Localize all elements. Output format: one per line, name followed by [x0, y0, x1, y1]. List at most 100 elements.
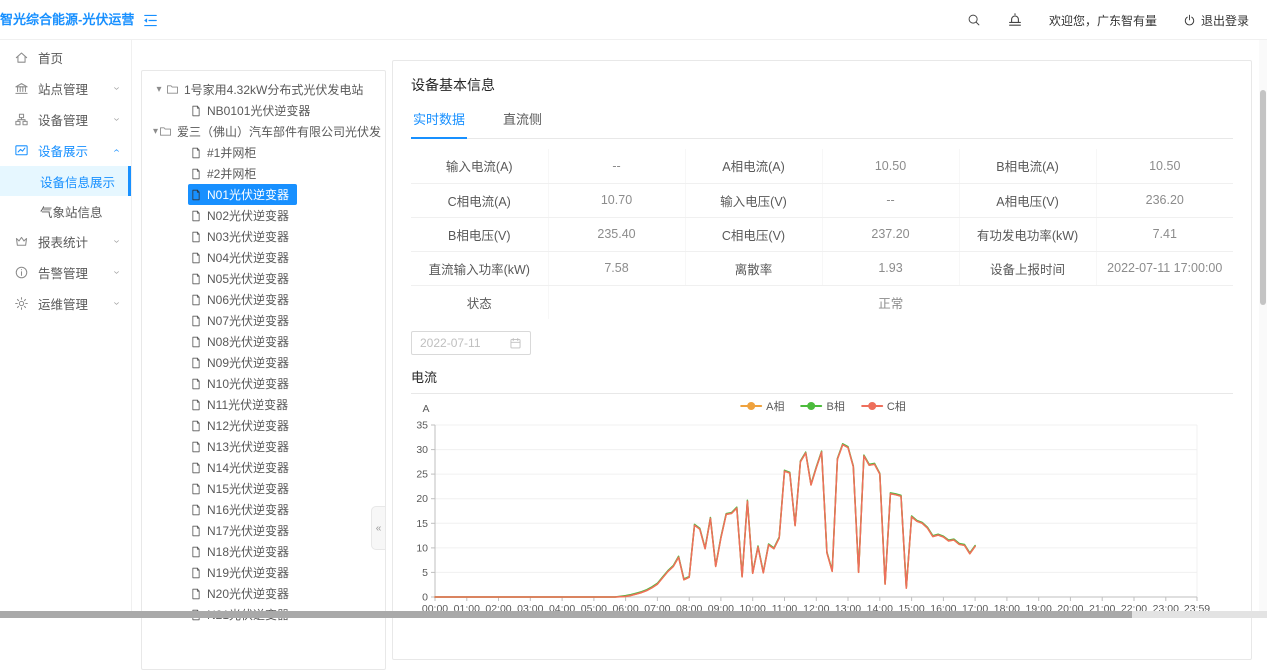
file-icon	[190, 210, 202, 222]
welcome-text: 欢迎您，广东智有量	[1049, 12, 1157, 29]
field-label: 直流输入功率(kW)	[411, 251, 548, 285]
search-icon[interactable]	[967, 13, 981, 27]
tree-node[interactable]: ▾ 爱三（佛山）汽车部件有限公司光伏发	[148, 121, 381, 142]
sidebar-item-home[interactable]: 首页	[0, 42, 131, 73]
tree-node[interactable]: N08光伏逆变器	[148, 331, 381, 352]
tree-node[interactable]: N11光伏逆变器	[148, 394, 381, 415]
tree-node[interactable]: #2并网柜	[148, 163, 381, 184]
tree-node-label: N01光伏逆变器	[207, 186, 289, 203]
tree-node[interactable]: N03光伏逆变器	[148, 226, 381, 247]
file-icon	[190, 525, 202, 537]
tree-node-label: N06光伏逆变器	[207, 291, 289, 308]
svg-text:5: 5	[422, 567, 428, 579]
date-picker[interactable]: 2022-07-11	[411, 331, 531, 355]
tree-node-label: #1并网柜	[207, 144, 256, 161]
sidebar-item-device-display[interactable]: 设备展示	[0, 135, 131, 166]
sidebar-subitem-weather-info[interactable]: 气象站信息	[0, 196, 131, 226]
tree-node[interactable]: N12光伏逆变器	[148, 415, 381, 436]
file-icon	[190, 504, 202, 516]
field-value: 10.50	[822, 149, 959, 183]
field-value: --	[548, 149, 685, 183]
sidebar-item-alarm-mgmt[interactable]: 告警管理	[0, 257, 131, 288]
alert-circle-icon	[14, 265, 29, 280]
tree-node[interactable]: N16光伏逆变器	[148, 499, 381, 520]
date-picker-value: 2022-07-11	[420, 336, 509, 350]
tree-node[interactable]: N13光伏逆变器	[148, 436, 381, 457]
tree-node[interactable]: N14光伏逆变器	[148, 457, 381, 478]
tree-node[interactable]: N15光伏逆变器	[148, 478, 381, 499]
caret-down-icon[interactable]: ▾	[152, 84, 166, 95]
gear-icon	[14, 296, 29, 311]
tree-node-label: N04光伏逆变器	[207, 249, 289, 266]
field-value: 7.41	[1096, 217, 1233, 251]
field-label: C相电压(V)	[685, 217, 822, 251]
tree-node[interactable]: N02光伏逆变器	[148, 205, 381, 226]
tree-node[interactable]: N05光伏逆变器	[148, 268, 381, 289]
tree-node[interactable]: N20光伏逆变器	[148, 583, 381, 604]
tab-realtime-data[interactable]: 实时数据	[411, 103, 467, 139]
tree-node[interactable]: N19光伏逆变器	[148, 562, 381, 583]
tree-node[interactable]: N10光伏逆变器	[148, 373, 381, 394]
legend-item[interactable]: A相	[740, 398, 784, 414]
tree-node-label: N16光伏逆变器	[207, 501, 289, 518]
table-row: 输入电流(A)--A相电流(A)10.50B相电流(A)10.50	[411, 149, 1233, 183]
field-value: 236.20	[1096, 183, 1233, 217]
svg-text:0: 0	[422, 592, 428, 604]
alarm-icon[interactable]	[1007, 12, 1023, 28]
legend-item[interactable]: C相	[861, 398, 906, 414]
chart-section-title: 电流	[411, 369, 1233, 387]
sidebar-subitem-device-info[interactable]: 设备信息展示	[0, 166, 131, 196]
tree-node[interactable]: N09光伏逆变器	[148, 352, 381, 373]
folder-icon	[159, 125, 172, 138]
tree-node[interactable]: N17光伏逆变器	[148, 520, 381, 541]
sidebar-item-label: 告警管理	[38, 263, 103, 282]
field-value: 7.58	[548, 251, 685, 285]
horizontal-scrollbar-thumb[interactable]	[0, 611, 1132, 618]
caret-down-icon[interactable]: ▾	[152, 126, 159, 137]
tree-node[interactable]: N04光伏逆变器	[148, 247, 381, 268]
tree-node-label: N11光伏逆变器	[207, 396, 288, 413]
sidebar-item-report-stats[interactable]: 报表统计	[0, 226, 131, 257]
monitor-icon	[14, 143, 29, 158]
tree-node[interactable]: N18光伏逆变器	[148, 541, 381, 562]
vertical-scrollbar-thumb[interactable]	[1260, 90, 1266, 305]
chevron-down-icon	[112, 84, 121, 93]
device-info-panel: 设备基本信息 实时数据 直流侧 输入电流(A)--A相电流(A)10.50B相电…	[392, 60, 1252, 660]
menu-fold-icon[interactable]	[142, 12, 159, 29]
legend-label: C相	[887, 398, 906, 414]
tree-node[interactable]: ▾1号家用4.32kW分布式光伏发电站	[148, 79, 381, 100]
file-icon	[190, 168, 202, 180]
file-icon	[190, 546, 202, 558]
tab-dc-side[interactable]: 直流侧	[501, 103, 544, 138]
sidebar-item-ops-mgmt[interactable]: 运维管理	[0, 288, 131, 319]
tree-node[interactable]: N07光伏逆变器	[148, 310, 381, 331]
field-label: A相电压(V)	[959, 183, 1096, 217]
tree-collapse-handle[interactable]: «	[371, 506, 385, 550]
sidebar: 首页站点管理设备管理设备展示设备信息展示气象站信息报表统计告警管理运维管理	[0, 40, 132, 618]
tabs-bar: 实时数据 直流侧	[411, 103, 1233, 139]
logout-button[interactable]: 退出登录	[1183, 12, 1249, 29]
tree-node[interactable]: N06光伏逆变器	[148, 289, 381, 310]
table-row-status: 状态正常	[411, 285, 1233, 319]
tree-node-label: N02光伏逆变器	[207, 207, 289, 224]
sidebar-item-device-mgmt[interactable]: 设备管理	[0, 104, 131, 135]
tree-node[interactable]: N01光伏逆变器	[148, 184, 381, 205]
file-icon	[190, 105, 202, 117]
field-value: 235.40	[548, 217, 685, 251]
svg-text:25: 25	[416, 469, 428, 481]
file-icon	[190, 189, 202, 201]
file-icon	[190, 252, 202, 264]
section-divider	[411, 393, 1233, 394]
panel-title: 设备基本信息	[411, 75, 1233, 95]
sidebar-item-label: 运维管理	[38, 294, 103, 313]
chevron-down-icon	[112, 299, 121, 308]
device-tree: ▾1号家用4.32kW分布式光伏发电站 NB0101光伏逆变器 ▾ 爱三（佛山）汽车部…	[148, 79, 381, 625]
legend-item[interactable]: B相	[801, 398, 845, 414]
tree-node-label: 爱三（佛山）汽车部件有限公司光伏发	[177, 123, 381, 140]
tree-node-label: NB0101光伏逆变器	[207, 102, 310, 119]
svg-text:30: 30	[416, 444, 428, 456]
cluster-icon	[14, 112, 29, 127]
sidebar-item-site-mgmt[interactable]: 站点管理	[0, 73, 131, 104]
tree-node[interactable]: NB0101光伏逆变器	[148, 100, 381, 121]
tree-node[interactable]: #1并网柜	[148, 142, 381, 163]
